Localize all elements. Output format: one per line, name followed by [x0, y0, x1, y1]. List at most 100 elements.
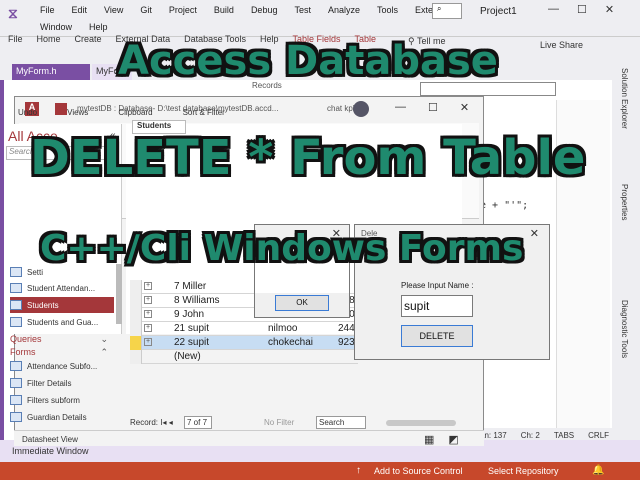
vs-main-menu: File Edit View Git Project Build Debug T… [40, 5, 459, 15]
member-dropdown[interactable] [420, 82, 556, 96]
menu-help[interactable]: Help [89, 22, 108, 32]
cell-id-name[interactable]: 9 John [174, 309, 254, 320]
solution-explorer-tab[interactable]: Solution Explorer [620, 68, 629, 178]
ribbon-groups: Undo Views Clipboard Sort & Filter [18, 108, 225, 117]
vs-search-box[interactable]: ⌕ [432, 3, 462, 19]
cell-id-name[interactable]: 21 supit [174, 323, 254, 334]
expand-icon[interactable]: + [144, 338, 152, 346]
row-selector[interactable] [130, 322, 142, 336]
expand-icon[interactable]: + [144, 282, 152, 290]
pencil-icon[interactable] [130, 336, 142, 350]
notification-bell-icon[interactable]: 🔔 [592, 465, 604, 476]
delete-button[interactable]: DELETE [401, 325, 473, 347]
maximize-icon[interactable]: ☐ [577, 3, 587, 16]
record-search-input[interactable]: Search [316, 416, 366, 429]
ribbon-group-clipboard: Clipboard [118, 108, 153, 117]
close-icon[interactable]: ✕ [605, 3, 614, 16]
current-record-input[interactable]: 7 of 7 [184, 416, 212, 429]
menu-window[interactable]: Window [40, 22, 72, 32]
maximize-icon[interactable]: ☐ [428, 101, 438, 114]
nav-scrollbar[interactable] [116, 264, 122, 324]
table-icon [10, 317, 22, 327]
menu-analyze[interactable]: Analyze [328, 5, 360, 15]
nav-item-label: Guardian Details [27, 412, 87, 422]
no-filter-button[interactable]: No Filter [264, 418, 294, 427]
cell-id-name[interactable]: 7 Miller [174, 281, 254, 292]
menu-edit[interactable]: Edit [72, 5, 88, 15]
menu-file[interactable]: File [40, 5, 55, 15]
nav-section-queries[interactable]: Queries ⌄ [10, 334, 114, 344]
ok-button[interactable]: OK [275, 295, 329, 311]
ribbon-tab-home[interactable]: Home [37, 34, 61, 44]
row-selector[interactable] [130, 308, 142, 322]
nav-section-forms[interactable]: Forms ⌃ [10, 347, 114, 357]
minimize-icon[interactable]: — [395, 101, 406, 114]
nav-item-filters-subform[interactable]: Filters subform [10, 392, 114, 408]
chevron-down-icon: ⌄ [100, 334, 108, 344]
menu-debug[interactable]: Debug [251, 5, 278, 15]
cell-id-name[interactable]: (New) [174, 351, 254, 362]
horizontal-scrollbar[interactable] [386, 420, 456, 426]
cell-id-name[interactable]: 8 Williams [174, 295, 254, 306]
close-icon[interactable]: ✕ [460, 101, 469, 114]
live-share-button[interactable]: Live Share [540, 40, 583, 50]
nav-item-students-guardians[interactable]: Students and Gua... [10, 314, 114, 330]
design-view-icon[interactable]: ◩ [448, 433, 458, 446]
datasheet-view-label: Datasheet View [22, 435, 78, 444]
nav-item-student-attendance[interactable]: Student Attendan... [10, 280, 114, 296]
menu-view[interactable]: View [104, 5, 123, 15]
table-row-new[interactable]: (New) [130, 350, 358, 364]
row-selector[interactable] [130, 294, 142, 308]
headline-access-database: Access Database [118, 38, 498, 84]
nav-item-attendance-subform[interactable]: Attendance Subfo... [10, 358, 114, 374]
datasheet-view-icon[interactable]: ▦ [424, 433, 434, 446]
view-switcher: ▦ ◩ [424, 433, 459, 446]
table-row[interactable]: +21 supit nilmoo 244 [130, 322, 358, 336]
headline-cpp-cli-forms: C++/Cli Windows Forms [40, 228, 524, 269]
menu-tools[interactable]: Tools [377, 5, 398, 15]
nav-item-guardian-details[interactable]: Guardian Details [10, 409, 114, 425]
vs-statusbar: ↑ Add to Source Control Select Repositor… [0, 462, 640, 480]
tab-myform-h[interactable]: MyForm.h [12, 64, 90, 80]
form-icon [10, 361, 22, 371]
properties-tab[interactable]: Properties [620, 184, 629, 294]
menu-build[interactable]: Build [214, 5, 234, 15]
form-icon [10, 412, 22, 422]
expand-icon[interactable]: + [144, 296, 152, 304]
code-line: e + "'"; [480, 200, 529, 211]
expand-icon[interactable]: + [144, 324, 152, 332]
avatar[interactable] [353, 101, 369, 117]
add-to-source-control-button[interactable]: Add to Source Control [374, 466, 463, 476]
indent-mode[interactable]: TABS [554, 431, 574, 440]
nav-item-label: Filters subform [27, 395, 80, 405]
vs-project-name: Project1 [480, 6, 517, 17]
row-selector[interactable] [130, 280, 142, 294]
name-input[interactable]: supit [401, 295, 473, 317]
ribbon-tab-file[interactable]: File [8, 34, 23, 44]
nav-item-filter-details[interactable]: Filter Details [10, 375, 114, 391]
menu-test[interactable]: Test [294, 5, 311, 15]
ribbon-group-undo: Undo [18, 108, 38, 117]
expand-icon[interactable]: + [144, 310, 152, 318]
record-nav-label[interactable]: Record: I◂ ◂ [130, 418, 173, 427]
cell-col2[interactable]: chokechai [268, 337, 328, 348]
nav-item-students[interactable]: Students [10, 297, 114, 313]
line-ending[interactable]: CRLF [588, 431, 609, 440]
minimize-icon[interactable]: — [548, 3, 559, 16]
ribbon-tab-create[interactable]: Create [75, 34, 102, 44]
vs-right-panel-tabs: Solution Explorer Properties Diagnostic … [612, 62, 640, 440]
chevron-up-icon: ⌃ [100, 347, 108, 357]
nav-section-label: Queries [10, 334, 42, 344]
diagnostic-tools-tab[interactable]: Diagnostic Tools [620, 300, 629, 410]
close-icon[interactable]: ✕ [530, 227, 539, 240]
select-repository-button[interactable]: Select Repository [488, 466, 559, 476]
nav-item-label: Students and Gua... [27, 317, 99, 327]
cell-col2[interactable]: nilmoo [268, 323, 328, 334]
row-selector[interactable] [130, 350, 142, 364]
table-icon [10, 283, 22, 293]
table-row-selected[interactable]: +22 supit chokechai 923 [130, 336, 358, 350]
menu-project[interactable]: Project [169, 5, 197, 15]
menu-git[interactable]: Git [140, 5, 152, 15]
cell-id-name[interactable]: 22 supit [174, 337, 254, 348]
table-icon [10, 300, 22, 310]
